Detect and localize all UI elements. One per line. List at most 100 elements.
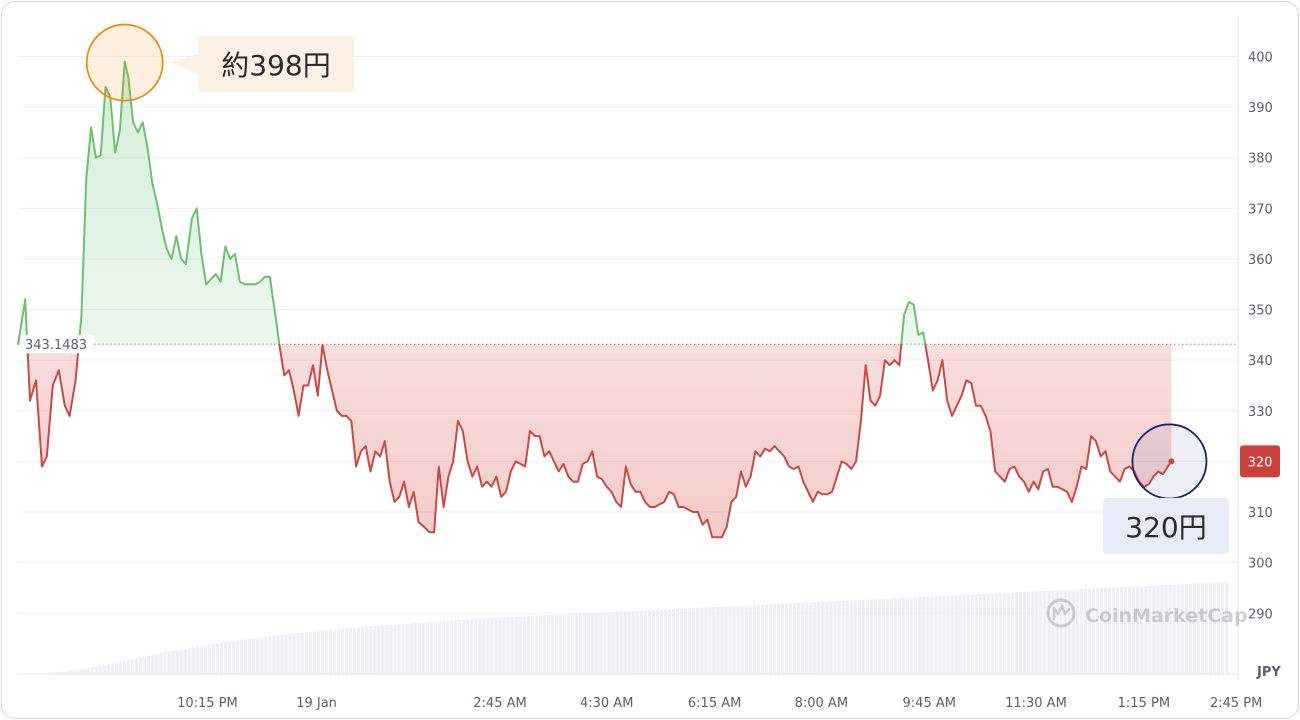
volume-bar [877,598,882,674]
volume-bar [813,602,817,674]
volume-bar [449,620,454,674]
volume-bar [332,629,337,674]
volume-bar [554,614,559,674]
volume-bar [82,668,86,674]
volume-bar [324,630,329,674]
volume-bar [1091,588,1095,674]
volume-bar [514,616,518,674]
volume-bar [825,601,829,674]
volume-bar [607,612,611,674]
volume-bar [587,613,591,674]
high-point-circle [85,23,164,102]
volume-bar [34,672,38,674]
volume-bar [288,633,292,674]
volume-bar [736,605,740,674]
volume-bar [179,649,183,674]
volume-bar [768,604,773,674]
volume-bar [631,610,635,674]
volume-bar [421,622,425,674]
volume-bar [780,603,785,674]
volume-bar [946,595,950,674]
volume-bar [760,604,764,674]
volume-bar [163,652,167,674]
volume-bar [211,643,215,674]
volume-bar [1220,582,1225,674]
volume-bar [58,671,62,674]
volume-bar [966,594,970,674]
current-point-dot [1168,458,1175,465]
volume-bar [122,660,127,674]
volume-bar [175,649,179,674]
volume-bar [958,594,962,674]
volume-bar [873,599,878,674]
volume-bar [308,631,312,674]
volume-bar [704,607,708,674]
volume-bar [1208,582,1213,674]
volume-bar [280,634,284,674]
y-tick-310: 310 [1248,506,1273,521]
x-axis: 10:15 PM 19 Jan 2:45 AM 4:30 AM 6:15 AM 8:00 … [177,696,1262,711]
volume-bar [784,603,789,674]
volume-bar [716,606,720,674]
volume-bar [268,636,272,674]
volume-bar [849,600,853,674]
volume-bar [789,603,793,674]
volume-bar [292,633,296,674]
y-tick-350: 350 [1248,304,1273,319]
volume-bar [530,615,534,674]
volume-bar [962,594,966,674]
volume-bar [296,633,300,674]
volume-bar [304,632,308,674]
volume-bar [244,639,248,674]
volume-bar [1196,583,1200,674]
x-tick-6:15-AM: 6:15 AM [688,696,741,711]
volume-bar [583,613,587,674]
volume-bar [1148,585,1152,674]
volume-bar [793,603,797,674]
volume-bar [425,622,429,674]
volume-bar [357,627,361,674]
volume-bar [1184,583,1188,674]
volume-bar [30,672,34,674]
volume-bar [167,651,171,674]
volume-bar [381,625,385,674]
volume-bar [344,628,349,674]
volume-bar [926,596,930,674]
volume-bar [373,625,377,674]
volume-bar [70,670,74,674]
volume-bar [764,604,769,674]
volume-bar [1107,587,1112,674]
volume-bar [558,614,563,674]
volume-bar [114,662,119,674]
volume-bar [930,596,934,674]
volume-bar [155,653,159,674]
volume-bar [1164,584,1168,674]
volume-bar [982,593,986,674]
volume-bar [910,597,914,674]
volume-bar [934,596,938,674]
volume-bar [647,610,651,674]
volume-bar [518,616,522,674]
volume-bar [1144,585,1148,674]
volume-bar [801,602,805,674]
volume-bar [1015,592,1019,674]
volume-bar [680,608,684,674]
volume-bar [502,617,506,674]
y-tick-360: 360 [1248,253,1273,268]
y-tick-380: 380 [1248,152,1273,167]
volume-bar [571,613,575,674]
volume-bar [490,617,494,674]
volume-bar [369,626,373,674]
y-tick-390: 390 [1248,101,1273,116]
volume-bar [457,619,462,674]
volume-bar [575,613,579,674]
volume-bar [18,673,22,674]
volume-bar [720,606,724,674]
y-tick-400: 400 [1248,50,1273,65]
volume-bar [90,667,94,674]
volume-bar [276,635,280,674]
volume-bar [1168,584,1172,674]
volume-bar [893,598,898,674]
volume-bar [659,609,664,674]
volume-bar [954,595,958,674]
